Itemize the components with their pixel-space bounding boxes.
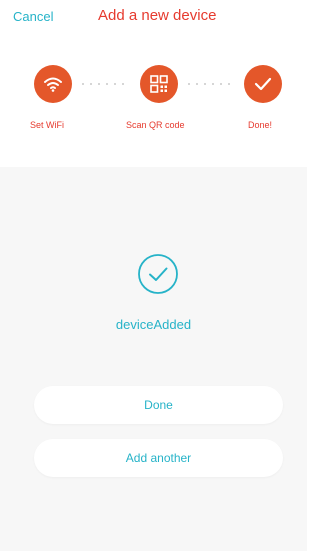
status-text: deviceAdded [115,317,192,332]
step-label-scan-qr: Scan QR code [126,120,185,130]
add-another-button[interactable]: Add another [34,439,283,477]
cancel-button[interactable]: Cancel [13,9,53,24]
step-connector [82,83,124,85]
step-scan-qr [140,65,178,103]
add-another-button-label: Add another [125,451,192,465]
qr-code-icon [150,75,168,93]
add-device-screen: Cancel Add a new device Set WiFi Scan QR… [0,0,307,551]
page-title: Add a new device [98,7,217,24]
wifi-icon [44,77,62,92]
progress-steps: Set WiFi Scan QR code Done! [0,60,307,140]
result-panel: deviceAdded Done Add another [0,167,307,551]
step-connector [188,83,230,85]
header: Cancel Add a new device [0,0,307,40]
step-label-done: Done! [248,120,273,130]
success-check-icon [138,254,178,294]
done-button[interactable]: Done [34,386,283,424]
done-button-label: Done [144,398,173,412]
checkmark-icon [254,77,272,91]
step-set-wifi [34,65,72,103]
step-done [244,65,282,103]
step-label-set-wifi: Set WiFi [30,120,65,130]
